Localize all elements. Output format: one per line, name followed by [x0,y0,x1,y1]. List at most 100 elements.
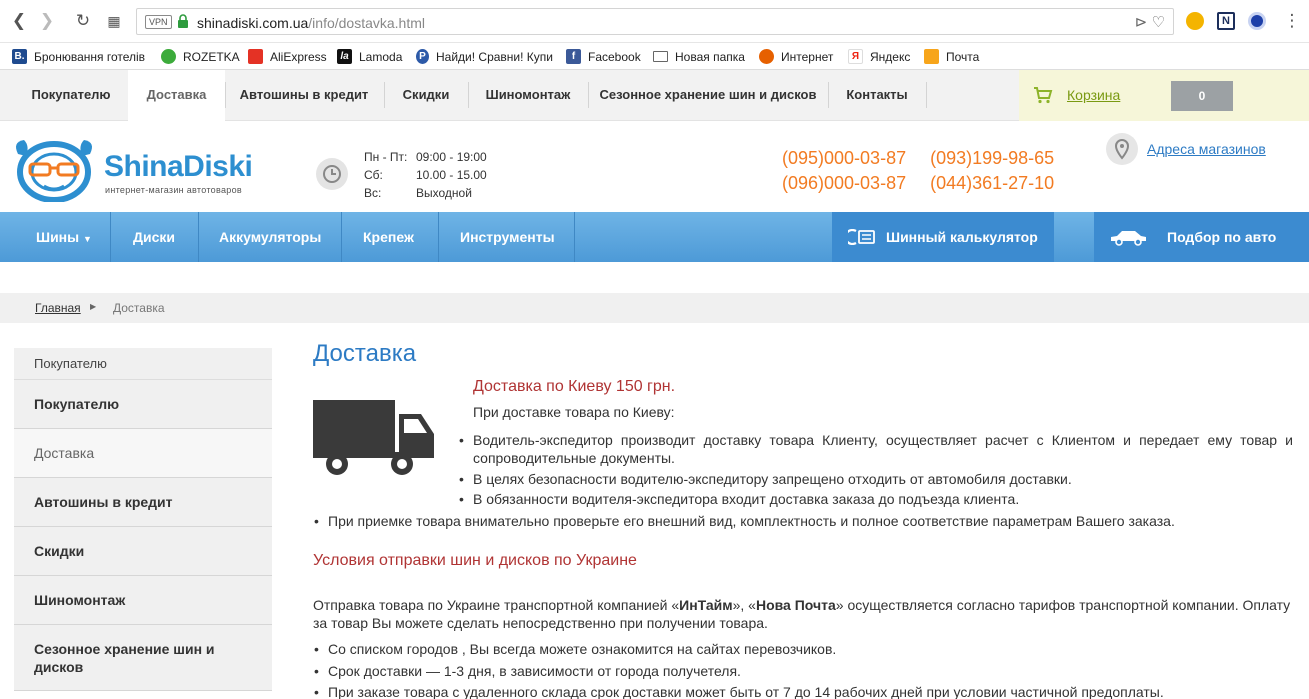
site-header: ShinaDiski интернет-магазин автотоваров … [0,121,1309,212]
breadcrumb-home-link[interactable]: Главная [35,301,81,315]
bookmark-facebook[interactable]: f Facebook [566,48,641,65]
bookmark-label: Яндекс [870,49,911,64]
tire-calculator-button[interactable]: Шинный калькулятор [832,212,1054,262]
ukraine-bullet: Срок доставки — 1-3 дня, в зависимости о… [314,662,1293,680]
browser-menu-icon[interactable]: ⋮ [1281,10,1303,32]
bookmark-label: Бронювання готелів [34,49,146,64]
bookmark-booking[interactable]: B. Бронювання готелів [12,48,145,65]
sidebar-item-delivery[interactable]: Доставка [14,429,272,478]
send-icon[interactable]: ⊳ [1135,14,1148,31]
bookmark-mail[interactable]: Почта [924,48,979,65]
sidebar-item-discounts[interactable]: Скидки [14,527,272,576]
kyiv-bullet: В целях безопасности водителю-экспедитор… [459,470,1293,488]
ukraine-bullet: При заказе товара с удаленного склада ср… [314,683,1293,699]
phone-number[interactable]: (044)361-27-10 [930,171,1054,196]
car-selection-button[interactable]: Подбор по авто [1094,212,1309,262]
nav-divider [341,212,342,262]
hours-row: Вс: Выходной [364,184,487,202]
cart-link[interactable]: Корзина [1067,87,1120,103]
cart-count[interactable]: 0 [1171,81,1233,111]
nav-item-wheels[interactable]: Диски [133,212,175,262]
extension-n-icon[interactable]: N [1217,12,1235,30]
kyiv-delivery-intro: При доставке товара по Киеву: [473,404,675,420]
cart-icon[interactable] [1033,86,1053,104]
top-menu-item-credit[interactable]: Автошины в кредит [230,70,378,121]
facebook-icon: f [566,49,581,64]
hours-row: Сб: 10.00 - 15.00 [364,166,487,184]
url-host: shinadiski.com.ua [197,15,309,31]
lamoda-icon: la [337,49,352,64]
top-menu-item-discounts[interactable]: Скидки [390,70,462,121]
top-menu-item-buyer[interactable]: Покупателю [21,70,121,121]
hours-row: Пн - Пт: 09:00 - 19:00 [364,148,487,166]
url-field[interactable]: VPN shinadiski.com.ua/info/dostavka.html… [136,8,1174,35]
ukraine-bullet: Со списком городов , Вы всегда можете оз… [314,640,1293,658]
lock-icon [178,14,188,28]
back-icon[interactable]: ❮ [8,10,30,32]
forward-icon[interactable]: ❯ [36,10,58,32]
breadcrumb-arrow-icon: ▶ [90,302,97,311]
kyiv-bullet: Водитель-экспедитор производит доставку … [459,431,1293,467]
main-content: Доставка Доставка по Киеву 150 грн. При … [313,340,1293,699]
sidebar-title: Покупателю [14,348,272,380]
logo-mascot-icon [16,140,92,202]
delivery-truck-icon [313,400,434,475]
nav-item-batteries[interactable]: Аккумуляторы [219,212,321,262]
vpn-badge[interactable]: VPN [145,15,172,29]
top-menu-item-tire-fitting[interactable]: Шиномонтаж [474,70,582,121]
nav-item-label: Шины [36,229,80,245]
bookmark-heart-icon[interactable]: ♡ [1152,14,1165,31]
aliexpress-icon [248,49,263,64]
nav-divider [574,212,575,262]
sidebar-item-storage[interactable]: Сезонное хранение шин и дисков [14,625,272,691]
speed-dial-icon[interactable]: ▦ [103,10,125,32]
mail-icon [924,49,939,64]
sidebar-item-tire-fitting[interactable]: Шиномонтаж [14,576,272,625]
carrier-name: ИнТайм [679,597,733,613]
folder-icon [653,51,668,62]
hours-time: Выходной [416,186,472,200]
kyiv-bullet: В обязанности водителя-экспедитора входи… [459,490,1293,508]
menu-divider [828,82,829,108]
url-text[interactable]: shinadiski.com.ua/info/dostavka.html [197,15,425,31]
bookmark-internet[interactable]: Интернет [759,48,833,65]
site-top-menu: Покупателю Доставка Автошины в кредит Ск… [0,70,1309,121]
bookmark-aliexpress[interactable]: AliExpress [248,48,327,65]
nav-item-tires[interactable]: Шины ▼ [36,212,92,262]
hours-day: Сб: [364,168,383,182]
phone-number[interactable]: (096)000-03-87 [782,171,906,196]
yandex-icon: Я [848,49,863,64]
calculator-icon [848,229,875,245]
ukraine-delivery-paragraph: Отправка товара по Украине транспортной … [313,596,1293,632]
working-hours: Пн - Пт: 09:00 - 19:00 Сб: 10.00 - 15.00 В… [364,148,487,202]
store-addresses-link[interactable]: Адреса магазинов [1147,141,1266,157]
bookmark-lamoda[interactable]: la Lamoda [337,48,402,65]
car-selection-label: Подбор по авто [1167,229,1277,245]
site-logo[interactable]: ShinaDiski интернет-магазин автотоваров [12,134,272,204]
breadcrumb-current: Доставка [113,301,165,315]
page-title: Доставка [313,340,417,367]
bookmark-price[interactable]: P Найди! Сравни! Купи [416,48,553,65]
sidebar-item-credit[interactable]: Автошины в кредит [14,478,272,527]
phone-numbers: (095)000-03-87 (093)199-98-65 (096)000-03… [782,146,1054,196]
extension-shield-icon[interactable] [1186,12,1204,30]
top-menu-item-contacts[interactable]: Контакты [836,70,918,121]
extension-circle-icon[interactable] [1248,12,1266,30]
menu-divider [588,82,589,108]
bookmark-new-folder[interactable]: Новая папка [653,48,745,65]
bookmark-rozetka[interactable]: ROZETKA [161,48,240,65]
nav-item-fasteners[interactable]: Крепеж [363,212,414,262]
top-menu-item-storage[interactable]: Сезонное хранение шин и дисков [594,70,822,121]
phone-number[interactable]: (093)199-98-65 [930,146,1054,171]
reload-icon[interactable]: ↻ [72,10,94,32]
cart-widget: Корзина 0 [1019,70,1309,121]
bookmark-yandex[interactable]: Я Яндекс [848,48,910,65]
rozetka-icon [161,49,176,64]
logo-subtitle: интернет-магазин автотоваров [105,185,242,195]
top-menu-item-delivery[interactable]: Доставка [128,70,225,121]
phone-number[interactable]: (095)000-03-87 [782,146,906,171]
bookmark-label: Почта [946,49,980,64]
bookmarks-bar: B. Бронювання готелів ROZETKA AliExpress … [0,43,1309,70]
sidebar-item-buyer[interactable]: Покупателю [14,380,272,429]
nav-item-tools[interactable]: Инструменты [460,212,555,262]
